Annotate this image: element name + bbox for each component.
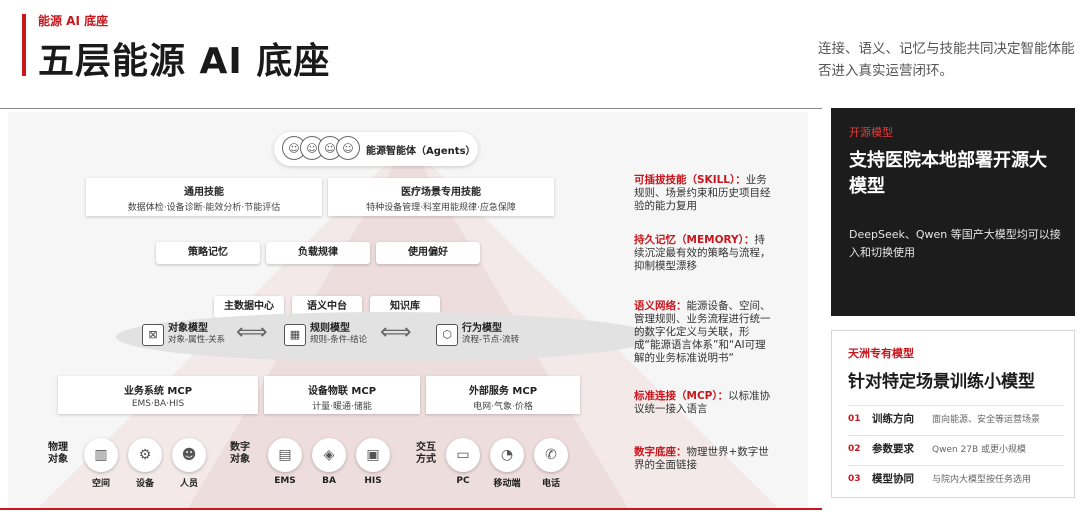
title-accent-bar bbox=[22, 14, 26, 76]
open-source-card: 开源模型 支持医院本地部署开源大模型 DeepSeek、Qwen 等国产大模型均… bbox=[831, 108, 1075, 316]
behavior-model: ⬡ 行为模型 流程-节点-流转 bbox=[436, 323, 519, 346]
row-label: 参数要求 bbox=[872, 443, 914, 455]
card-row: 03 模型协同 与院内大模型按任务选用 bbox=[848, 465, 1064, 491]
kicker: 能源 AI 底座 bbox=[38, 14, 109, 28]
memory-item: 使用偏好 bbox=[376, 242, 480, 264]
skill-title: 通用技能 bbox=[184, 187, 224, 198]
mcp-sub: 计量·暖通·储能 bbox=[312, 402, 372, 412]
agents-pill: ☺ ☺ ☺ ☺ 能源智能体（Agents） bbox=[274, 132, 478, 166]
card-row: 02 参数要求 Qwen 27B 或更小规模 bbox=[848, 435, 1064, 461]
row-value: Qwen 27B 或更小规模 bbox=[932, 445, 1027, 455]
building-icon: ▥ bbox=[84, 438, 118, 472]
mcp-box-device: 设备物联 MCP 计量·暖通·储能 bbox=[264, 376, 420, 414]
annotation-semantic: 语义网络：能源设备、空间、管理规则、业务流程进行统一的数字化定义与关联，形成“能… bbox=[634, 300, 774, 365]
card-row: 01 训练方向 面向能源、安全等运营场景 bbox=[848, 405, 1064, 431]
row-number: 02 bbox=[848, 443, 861, 454]
mcp-title: 设备物联 MCP bbox=[307, 386, 377, 397]
row-number: 01 bbox=[848, 413, 861, 424]
bidirectional-arrow-icon: ⟺ bbox=[236, 320, 268, 345]
annotation-key: 持久记忆（MEMORY）： bbox=[634, 234, 755, 246]
annotation-memory: 持久记忆（MEMORY）：持续沉淀最有效的策略与流程，抑制模型漂移 bbox=[634, 234, 774, 273]
group-digital: 数字对象 bbox=[230, 442, 250, 465]
model-title: 规则模型 bbox=[310, 323, 350, 334]
object-model: ⊠ 对象模型 对象-属性-关系 bbox=[142, 323, 225, 346]
model-sub: 规则-条件-结论 bbox=[310, 335, 368, 345]
card-tag: 开源模型 bbox=[849, 126, 893, 139]
base-item: HIS bbox=[364, 476, 382, 486]
card-tag: 天洲专有模型 bbox=[848, 347, 914, 360]
person-icon: ☻ bbox=[172, 438, 206, 472]
row-number: 03 bbox=[848, 473, 861, 484]
header-description: 连接、语义、记忆与技能共同决定智能体能否进入真实运营闭环。 bbox=[818, 41, 1075, 79]
model-sub: 流程-节点-流转 bbox=[462, 335, 520, 345]
his-icon: ▣ bbox=[356, 438, 390, 472]
skill-box-medical: 医疗场景专用技能 特种设备管理·科室用能规律·应急保障 bbox=[328, 178, 554, 216]
grid-icon: ▦ bbox=[284, 323, 306, 346]
base-item: PC bbox=[456, 476, 470, 486]
annotation-key: 语义网络： bbox=[634, 300, 687, 312]
base-item: 电话 bbox=[541, 479, 560, 489]
bidirectional-arrow-icon: ⟺ bbox=[380, 320, 412, 345]
ems-icon: ▤ bbox=[268, 438, 302, 472]
agent-icons: ☺ ☺ ☺ ☺ bbox=[282, 136, 360, 160]
base-item: EMS bbox=[274, 476, 296, 486]
row-value: 与院内大模型按任务选用 bbox=[932, 475, 1032, 485]
base-item: 移动端 bbox=[493, 479, 521, 489]
page-title: 五层能源 AI 底座 bbox=[38, 41, 331, 82]
annotation-key: 数字底座： bbox=[634, 446, 687, 458]
mcp-sub: EMS·BA·HIS bbox=[131, 399, 185, 409]
cube-icon: ◈ bbox=[312, 438, 346, 472]
mcp-title: 外部服务 MCP bbox=[468, 386, 538, 397]
annotation-mcp: 标准连接（MCP）：以标准协议统一接入语言 bbox=[634, 390, 774, 416]
base-item: 人员 bbox=[179, 479, 198, 489]
annotation-key: 标准连接（MCP）： bbox=[634, 390, 729, 402]
mcp-box-business: 业务系统 MCP EMS·BA·HIS bbox=[58, 376, 258, 414]
base-item: BA bbox=[322, 476, 336, 486]
row-label: 训练方向 bbox=[872, 413, 914, 425]
skill-sub: 特种设备管理·科室用能规律·应急保障 bbox=[366, 203, 516, 213]
rule-model: ▦ 规则模型 规则-条件-结论 bbox=[284, 323, 367, 346]
card-body: DeepSeek、Qwen 等国产大模型均可以接入和切换使用 bbox=[849, 228, 1061, 259]
bottom-rule bbox=[0, 508, 822, 510]
skill-title: 医疗场景专用技能 bbox=[401, 187, 481, 198]
model-title: 对象模型 bbox=[168, 323, 208, 334]
memory-item: 策略记忆 bbox=[156, 242, 260, 264]
skill-box-general: 通用技能 数据体检·设备诊断·能效分析·节能评估 bbox=[86, 178, 322, 216]
network-icon: ⊠ bbox=[142, 323, 164, 346]
base-item: 设备 bbox=[135, 479, 154, 489]
divider bbox=[0, 108, 822, 109]
model-sub: 对象-属性-关系 bbox=[168, 335, 226, 345]
annotation-base: 数字底座：物理世界+数字世界的全面链接 bbox=[634, 446, 774, 472]
proprietary-model-card: 天洲专有模型 针对特定场景训练小模型 01 训练方向 面向能源、安全等运营场景 … bbox=[831, 330, 1075, 498]
group-interaction: 交互方式 bbox=[416, 442, 436, 465]
skill-sub: 数据体检·设备诊断·能效分析·节能评估 bbox=[127, 203, 281, 213]
digital-base: 物理对象 ▥ 空间 ⚙ 设备 ☻ 人员 数字对象 ▤ EMS ◈ BA ▣ HI… bbox=[22, 432, 722, 492]
robot-icon: ☺ bbox=[336, 136, 360, 160]
memory-item: 负载规律 bbox=[266, 242, 370, 264]
row-label: 模型协同 bbox=[872, 473, 914, 485]
phone-icon: ✆ bbox=[534, 438, 568, 472]
flow-icon: ⬡ bbox=[436, 323, 458, 346]
card-heading: 针对特定场景训练小模型 bbox=[848, 372, 1035, 392]
chat-icon: ◔ bbox=[490, 438, 524, 472]
mcp-title: 业务系统 MCP bbox=[123, 386, 193, 397]
annotation-key: 可插拔技能（SKILL）： bbox=[634, 174, 746, 186]
model-title: 行为模型 bbox=[462, 323, 502, 334]
agents-label: 能源智能体（Agents） bbox=[366, 146, 476, 157]
card-heading: 支持医院本地部署开源大模型 bbox=[849, 150, 1047, 197]
group-physical: 物理对象 bbox=[48, 442, 68, 465]
row-value: 面向能源、安全等运营场景 bbox=[932, 415, 1041, 425]
base-item: 空间 bbox=[91, 479, 110, 489]
annotation-skill: 可插拔技能（SKILL）：业务规则、场景约束和历史项目经验的能力复用 bbox=[634, 174, 774, 213]
mcp-sub: 电网·气象·价格 bbox=[473, 402, 533, 412]
monitor-icon: ▭ bbox=[446, 438, 480, 472]
page: 能源 AI 底座 五层能源 AI 底座 连接、语义、记忆与技能共同决定智能体能否… bbox=[0, 0, 1080, 514]
equipment-icon: ⚙ bbox=[128, 438, 162, 472]
mcp-box-external: 外部服务 MCP 电网·气象·价格 bbox=[426, 376, 580, 414]
